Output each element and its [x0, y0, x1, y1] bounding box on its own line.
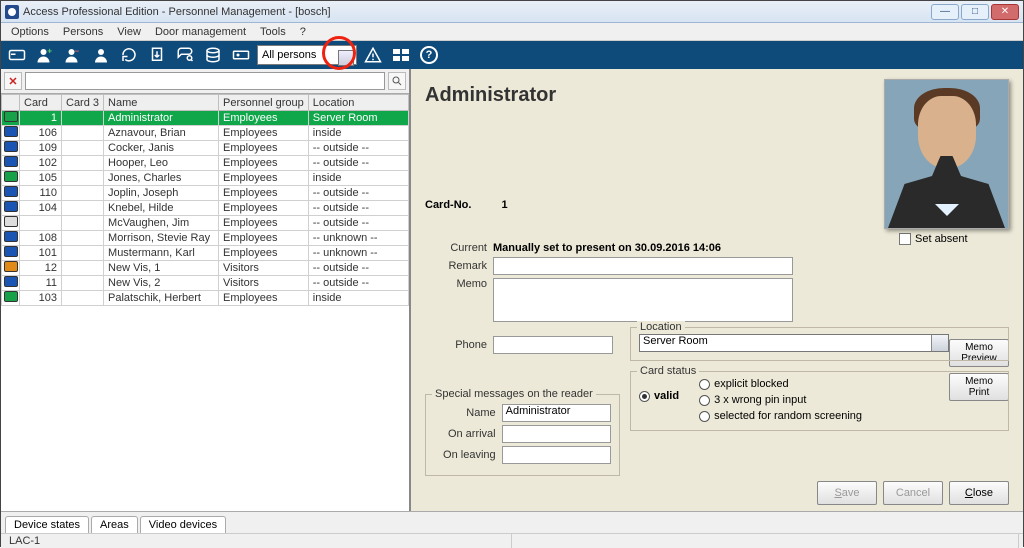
menu-view[interactable]: View — [111, 25, 147, 39]
on-leaving-input[interactable] — [502, 446, 611, 464]
menu-tools[interactable]: Tools — [254, 25, 292, 39]
tab-areas[interactable]: Areas — [91, 516, 138, 533]
card-icon[interactable] — [5, 43, 29, 67]
maximize-button[interactable]: □ — [961, 4, 989, 20]
col-location[interactable]: Location — [308, 95, 408, 111]
alert-icon[interactable] — [361, 43, 385, 67]
bottom-tabs: Device states Areas Video devices — [1, 511, 1023, 533]
location-legend: Location — [637, 321, 685, 333]
app-icon — [5, 5, 19, 19]
memo-input[interactable] — [493, 278, 793, 322]
on-arrival-label: On arrival — [434, 428, 496, 440]
window-controls: — □ ✕ — [931, 4, 1019, 20]
status-bar: LAC-1 — [1, 533, 1023, 548]
current-value: Manually set to present on 30.09.2016 14… — [493, 242, 721, 254]
phone-label: Phone — [425, 339, 487, 351]
badge-icon[interactable] — [229, 43, 253, 67]
on-leaving-label: On leaving — [434, 449, 496, 461]
table-row[interactable]: 102Hooper, LeoEmployees-- outside -- — [2, 156, 409, 171]
col-card3[interactable]: Card 3 — [62, 95, 104, 111]
filter-select-value: All persons — [262, 49, 316, 61]
svg-text:–: – — [75, 47, 80, 56]
person-list-panel: ✕ Card Card 3 Name Personnel group Locat… — [1, 69, 411, 511]
status-left-text: LAC-1 — [9, 535, 40, 547]
col-group[interactable]: Personnel group — [219, 95, 309, 111]
close-button[interactable]: Close — [949, 481, 1009, 505]
special-name-input[interactable]: Administrator — [502, 404, 611, 422]
person-detail-panel: Administrator Card-No. 1 Current Manuall… — [411, 69, 1023, 511]
minimize-button[interactable]: — — [931, 4, 959, 20]
window-title: Access Professional Edition - Personnel … — [23, 6, 331, 18]
save-button[interactable]: Save — [817, 481, 877, 505]
on-arrival-input[interactable] — [502, 425, 611, 443]
cancel-button[interactable]: Cancel — [883, 481, 943, 505]
tab-video-devices[interactable]: Video devices — [140, 516, 226, 533]
menu-options[interactable]: Options — [5, 25, 55, 39]
table-row[interactable]: 104Knebel, HildeEmployees-- outside -- — [2, 201, 409, 216]
menu-persons[interactable]: Persons — [57, 25, 109, 39]
set-absent-label: Set absent — [915, 233, 968, 245]
special-name-label: Name — [434, 407, 496, 419]
status-wrong-pin-option[interactable]: 3 x wrong pin input — [699, 394, 862, 406]
table-row[interactable]: 105Jones, CharlesEmployeesinside — [2, 171, 409, 186]
phone-input[interactable] — [493, 336, 613, 354]
tab-device-states[interactable]: Device states — [5, 516, 89, 533]
menu-door-management[interactable]: Door management — [149, 25, 252, 39]
search-button[interactable] — [388, 72, 406, 90]
toolbar: + – All persons ? — [1, 41, 1023, 69]
table-row[interactable]: 11New Vis, 2Visitors-- outside -- — [2, 276, 409, 291]
status-random-screening-option[interactable]: selected for random screening — [699, 410, 862, 422]
status-valid-option[interactable]: valid — [639, 390, 679, 402]
database-icon[interactable] — [201, 43, 225, 67]
card-status-legend: Card status — [637, 365, 699, 377]
help-icon[interactable]: ? — [417, 43, 441, 67]
memo-label: Memo — [425, 278, 487, 290]
set-absent-checkbox[interactable] — [899, 233, 911, 245]
filter-select[interactable]: All persons — [257, 45, 357, 65]
current-label: Current — [425, 242, 487, 254]
person-photo — [884, 79, 1009, 229]
menu-bar: Options Persons View Door management Too… — [1, 23, 1023, 41]
cardno-value: 1 — [501, 199, 507, 211]
col-name[interactable]: Name — [104, 95, 219, 111]
close-window-button[interactable]: ✕ — [991, 4, 1019, 20]
table-row[interactable]: 106Aznavour, BrianEmployeesinside — [2, 126, 409, 141]
table-row[interactable]: McVaughen, JimEmployees-- outside -- — [2, 216, 409, 231]
settings-icon[interactable] — [173, 43, 197, 67]
cardno-label: Card-No. — [425, 199, 471, 211]
person-icon[interactable] — [89, 43, 113, 67]
menu-help[interactable]: ? — [294, 25, 312, 39]
svg-text:+: + — [47, 47, 52, 56]
col-status[interactable] — [2, 95, 20, 111]
col-card[interactable]: Card — [20, 95, 62, 111]
add-person-icon[interactable]: + — [33, 43, 57, 67]
export-icon[interactable] — [145, 43, 169, 67]
table-row[interactable]: 1AdministratorEmployeesServer Room — [2, 111, 409, 126]
table-row[interactable]: 108Morrison, Stevie RayEmployees-- unkno… — [2, 231, 409, 246]
persons-table[interactable]: Card Card 3 Name Personnel group Locatio… — [1, 94, 409, 306]
remark-input[interactable] — [493, 257, 793, 275]
location-select[interactable]: Server Room — [639, 334, 949, 352]
person-name-heading: Administrator — [425, 84, 556, 107]
search-input[interactable] — [25, 72, 385, 90]
table-row[interactable]: 110Joplin, JosephEmployees-- outside -- — [2, 186, 409, 201]
special-messages-legend: Special messages on the reader — [432, 388, 596, 400]
table-row[interactable]: 12New Vis, 1Visitors-- outside -- — [2, 261, 409, 276]
table-row[interactable]: 103Palatschik, HerbertEmployeesinside — [2, 291, 409, 306]
remove-person-icon[interactable]: – — [61, 43, 85, 67]
refresh-icon[interactable] — [117, 43, 141, 67]
remark-label: Remark — [425, 260, 487, 272]
grid-view-icon[interactable] — [389, 43, 413, 67]
clear-search-button[interactable]: ✕ — [4, 72, 22, 90]
table-row[interactable]: 109Cocker, JanisEmployees-- outside -- — [2, 141, 409, 156]
table-row[interactable]: 101Mustermann, KarlEmployees-- unknown -… — [2, 246, 409, 261]
window-titlebar: Access Professional Edition - Personnel … — [1, 1, 1023, 23]
status-explicit-blocked-option[interactable]: explicit blocked — [699, 378, 862, 390]
